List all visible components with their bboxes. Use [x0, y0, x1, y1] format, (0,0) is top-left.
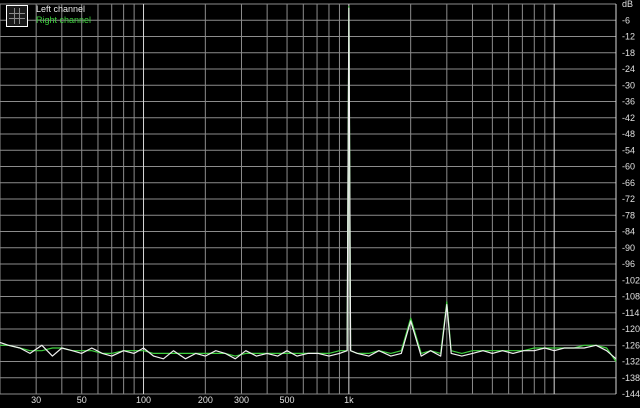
y-tick-label: -30	[622, 80, 635, 90]
y-tick-label: -108	[622, 292, 640, 302]
y-tick-label: -132	[622, 357, 640, 367]
y-tick-label: -144	[622, 389, 640, 399]
x-tick-label: 50	[77, 395, 87, 405]
legend-right-channel: Right channel	[36, 15, 92, 25]
y-tick-label: -114	[622, 308, 639, 318]
x-tick-label: 500	[280, 395, 295, 405]
x-tick-label: 1k	[344, 395, 354, 405]
y-tick-label: dB	[622, 0, 633, 9]
y-tick-label: -138	[622, 373, 640, 383]
y-tick-label: -72	[622, 194, 635, 204]
y-tick-label: -78	[622, 210, 635, 220]
y-tick-label: -36	[622, 97, 635, 107]
y-tick-label: -18	[622, 48, 635, 58]
spectrum-chart: dB -6 -12 -18 -24 -30 -36 -42 -48 -54 -60 -66 -72 -78…	[0, 0, 640, 408]
y-tick-label: -60	[622, 162, 635, 172]
y-tick-label: -90	[622, 243, 635, 253]
y-tick-label: -126	[622, 340, 640, 350]
y-tick-label: -96	[622, 259, 635, 269]
legend-left-channel: Left channel	[36, 4, 86, 14]
y-tick-label: -42	[622, 113, 635, 123]
y-tick-label: -24	[622, 64, 635, 74]
x-tick-label: 300	[234, 395, 249, 405]
y-tick-label: -66	[622, 178, 635, 188]
x-tick-label: 100	[136, 395, 151, 405]
plot-background	[0, 0, 640, 408]
x-tick-label: 200	[198, 395, 213, 405]
y-tick-label: -120	[622, 324, 640, 334]
y-tick-label: -84	[622, 227, 635, 237]
y-tick-label: -6	[622, 15, 630, 25]
y-tick-label: -54	[622, 145, 635, 155]
y-tick-label: -48	[622, 129, 635, 139]
legend-grid-icon	[6, 5, 28, 27]
y-tick-label: -102	[622, 275, 640, 285]
y-tick-label: -12	[622, 32, 635, 42]
x-tick-label: 30	[31, 395, 41, 405]
